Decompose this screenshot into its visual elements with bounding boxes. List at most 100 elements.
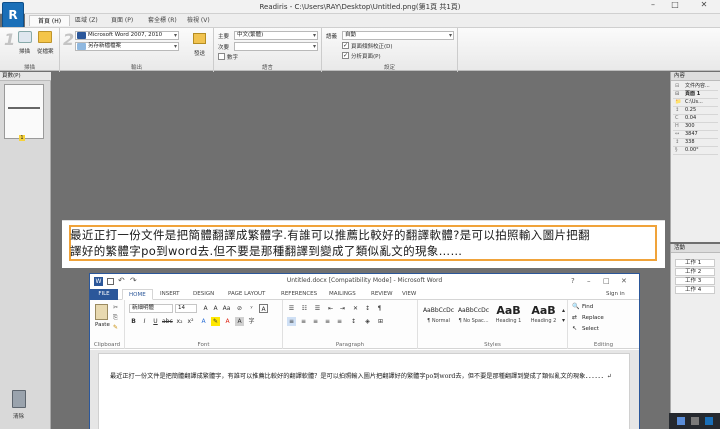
replace-icon[interactable]: ⇄ xyxy=(572,314,577,321)
tab-page-layout[interactable]: PAGE LAYOUT xyxy=(222,289,271,300)
tab-home[interactable]: 首頁 (H) xyxy=(29,15,71,26)
superscript-icon[interactable]: x² xyxy=(186,317,195,326)
tab-word-home[interactable]: HOME xyxy=(122,289,153,300)
chinese-layout-icon[interactable]: ✕ xyxy=(351,304,360,313)
tab-file[interactable]: FILE xyxy=(90,289,118,300)
tray-icon[interactable] xyxy=(705,417,713,425)
select-button[interactable]: Select xyxy=(582,326,599,332)
send-button-label[interactable]: 發送 xyxy=(194,49,205,57)
styles-scroll-down-icon[interactable]: ▾ xyxy=(559,316,568,325)
job-item[interactable]: 工作 1 xyxy=(675,259,715,267)
align-center-icon[interactable]: ≡ xyxy=(299,317,308,326)
property-row[interactable]: ↕ 0.25 xyxy=(673,107,718,115)
multilevel-list-icon[interactable]: ☰ xyxy=(313,304,322,313)
folder-icon[interactable] xyxy=(38,31,52,43)
readiris-logo-icon[interactable]: R xyxy=(2,2,24,28)
collapse-icon[interactable]: ⊟ xyxy=(675,83,679,90)
from-file-button-label[interactable]: 從檔案 xyxy=(37,47,54,55)
job-item[interactable]: 工作 3 xyxy=(675,277,715,285)
numbering-icon[interactable]: ☷ xyxy=(300,304,309,313)
property-row[interactable]: § 0.00° xyxy=(673,147,718,155)
clear-button[interactable]: 清除 xyxy=(6,390,32,424)
close-button[interactable]: ✕ xyxy=(690,0,718,11)
character-shading-icon[interactable]: A xyxy=(235,317,244,326)
page-thumbnail[interactable] xyxy=(4,84,44,139)
word-body-text[interactable]: 最近正打一份文件是把簡體翻譯成繁體字，有誰可以推薦比較好的翻譯軟體？是可以拍照輸… xyxy=(110,372,625,382)
style-normal[interactable]: AaBbCcDc ¶ Normal xyxy=(421,304,456,338)
align-left-icon[interactable]: ≡ xyxy=(287,317,296,326)
find-icon[interactable]: 🔍 xyxy=(572,303,579,310)
justify-icon[interactable]: ≡ xyxy=(323,317,332,326)
increase-indent-icon[interactable]: ⇥ xyxy=(338,304,347,313)
copy-icon[interactable]: ⎘ xyxy=(113,314,118,322)
output-format-dropdown[interactable]: Microsoft Word 2007, 2010 xyxy=(75,31,179,40)
find-button[interactable]: Find xyxy=(582,304,593,310)
clear-format-icon[interactable]: ⊘ xyxy=(235,304,244,313)
italic-icon[interactable]: I xyxy=(140,317,149,326)
font-color-icon[interactable]: A xyxy=(223,317,232,326)
main-language-dropdown[interactable]: 中文(繁體) xyxy=(234,31,318,40)
tab-mailings[interactable]: MAILINGS xyxy=(323,289,362,300)
tab-view-word[interactable]: VIEW xyxy=(396,289,422,300)
minimize-button[interactable]: – xyxy=(642,0,664,11)
show-marks-icon[interactable]: ¶ xyxy=(375,304,384,313)
save-target-dropdown[interactable]: 另存新檔檔案 xyxy=(75,42,179,51)
word-restore-button[interactable]: □ xyxy=(603,277,610,285)
property-row[interactable]: H 300 xyxy=(673,123,718,131)
tab-insert[interactable]: INSERT xyxy=(154,289,185,300)
sign-in-link[interactable]: Sign in xyxy=(606,291,625,297)
tray-icon[interactable] xyxy=(677,417,685,425)
subscript-icon[interactable]: x₂ xyxy=(175,317,184,326)
deskew-checkbox[interactable]: ✓ xyxy=(342,42,349,49)
tab-review[interactable]: REVIEW xyxy=(365,289,399,300)
style-heading-1[interactable]: AaB Heading 1 xyxy=(491,304,526,338)
strikethrough-icon[interactable]: abc xyxy=(162,317,173,326)
align-right-icon[interactable]: ≡ xyxy=(311,317,320,326)
enclose-characters-icon[interactable]: A xyxy=(259,304,268,313)
text-effects-icon[interactable]: A xyxy=(199,317,208,326)
bullets-icon[interactable]: ☰ xyxy=(287,304,296,313)
line-spacing-icon[interactable]: ↕ xyxy=(349,317,358,326)
underline-icon[interactable]: U xyxy=(151,317,160,326)
paste-label[interactable]: Paste xyxy=(95,322,110,328)
property-row[interactable]: ↕ 338 xyxy=(673,139,718,147)
analyze-page-checkbox[interactable]: ✓ xyxy=(342,52,349,59)
tab-design[interactable]: DESIGN xyxy=(187,289,220,300)
shading-icon[interactable]: ◈ xyxy=(363,317,372,326)
phonetic-guide-icon[interactable]: ʸ xyxy=(247,304,256,313)
word-minimize-button[interactable]: – xyxy=(587,277,591,285)
style-no-spacing[interactable]: AaBbCcDc ¶ No Spac... xyxy=(456,304,491,338)
mode-dropdown[interactable]: 自動 xyxy=(342,31,454,40)
content-tree-page[interactable]: ⊟ 頁面 1 xyxy=(673,91,718,99)
property-row[interactable]: ↔ 3847 xyxy=(673,131,718,139)
format-painter-icon[interactable]: ✎ xyxy=(113,324,118,331)
font-size-box[interactable]: 14 xyxy=(175,304,197,313)
character-border-icon[interactable]: 字 xyxy=(247,317,256,326)
paste-icon[interactable] xyxy=(95,304,108,320)
tray-icon[interactable] xyxy=(691,417,699,425)
scanner-icon[interactable] xyxy=(18,31,32,43)
borders-icon[interactable]: ⊞ xyxy=(376,317,385,326)
word-page[interactable]: 最近正打一份文件是把簡體翻譯成繁體字，有誰可以推薦比較好的翻譯軟體？是可以拍照輸… xyxy=(98,353,630,429)
select-icon[interactable]: ↖ xyxy=(572,325,577,332)
secondary-language-dropdown[interactable] xyxy=(234,42,318,51)
distributed-icon[interactable]: ≡ xyxy=(335,317,344,326)
scan-button-label[interactable]: 掃描 xyxy=(19,47,30,55)
job-item[interactable]: 工作 4 xyxy=(675,286,715,294)
property-row[interactable]: 📁 C:\Us... xyxy=(673,99,718,107)
shrink-font-icon[interactable]: A xyxy=(211,304,220,313)
tab-view[interactable]: 檢視 (V) xyxy=(179,15,218,26)
decrease-indent-icon[interactable]: ⇤ xyxy=(326,304,335,313)
content-tree-root[interactable]: ⊟ 文件內容... xyxy=(673,83,718,91)
styles-scroll-up-icon[interactable]: ▴ xyxy=(559,306,568,315)
grow-font-icon[interactable]: A xyxy=(201,304,210,313)
maximize-button[interactable]: □ xyxy=(664,0,686,11)
digits-checkbox[interactable] xyxy=(218,53,225,60)
job-item[interactable]: 工作 2 xyxy=(675,268,715,276)
send-icon[interactable] xyxy=(193,33,206,44)
font-name-box[interactable]: 新細明體 xyxy=(129,304,173,313)
tab-references[interactable]: REFERENCES xyxy=(275,289,323,300)
tab-zones[interactable]: 區域 (Z) xyxy=(67,15,106,26)
help-button[interactable]: ? xyxy=(571,277,575,285)
cut-icon[interactable]: ✂ xyxy=(113,304,118,311)
